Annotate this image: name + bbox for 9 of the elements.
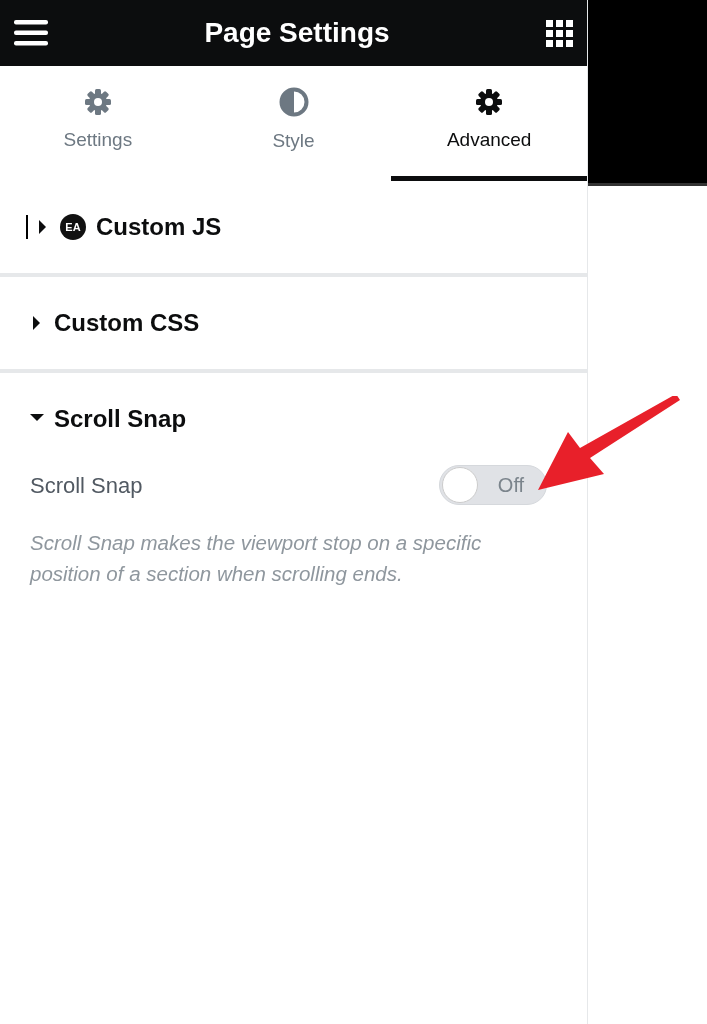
gear-icon [83, 87, 112, 116]
apps-grid-icon[interactable] [546, 19, 573, 47]
gear-icon [475, 87, 504, 116]
contrast-icon [278, 86, 309, 117]
panel-title: Page Settings [204, 16, 390, 50]
menu-icon[interactable] [14, 20, 48, 46]
badge-icon: EA [60, 214, 86, 240]
description-text: Scroll Snap makes the viewport stop on a specific position of a section when scrolling ends. [30, 530, 483, 587]
control-label: Scroll Snap [30, 471, 143, 500]
